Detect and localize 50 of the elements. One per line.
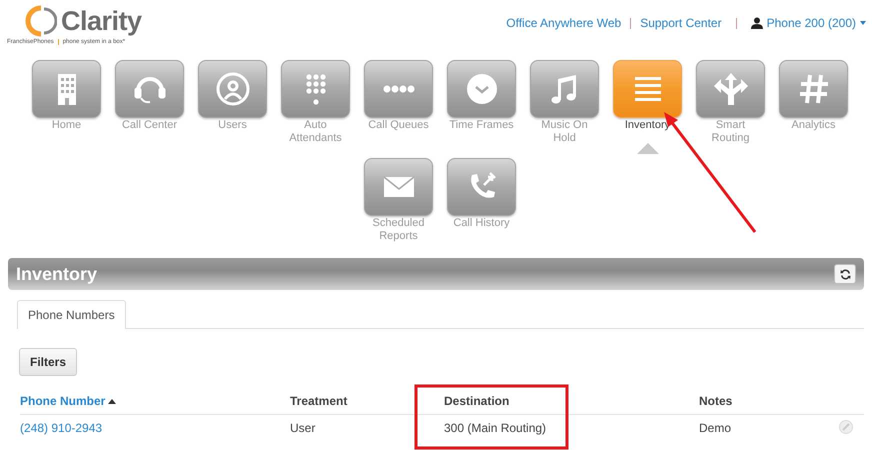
nav-tile[interactable] [115,60,184,118]
filters-button[interactable]: Filters [19,348,78,376]
nav-label: Music On Hold [540,119,589,145]
nav-label: Call Queues [367,119,430,132]
caret-icon [860,21,866,25]
logo-name: Clarity [61,6,142,36]
nav-label: Call Center [120,119,178,132]
column-header: Treatment [290,394,348,408]
sort-up-icon [108,398,116,404]
nav-tile[interactable] [32,60,101,118]
split-icon [712,71,748,107]
nav-label: Inventory [624,119,672,132]
nav-tile[interactable] [696,60,765,118]
nav-tile[interactable] [613,60,682,118]
header-link[interactable]: Support Center [640,16,722,30]
nav-label: Analytics [790,119,837,132]
users-icon [214,71,250,107]
nav-label: Scheduled Reports [372,217,426,243]
header-link[interactable]: Office Anywhere Web [506,16,622,30]
user-menu[interactable]: Phone 200 (200) [750,16,866,30]
nav-label: Time Frames [448,119,515,132]
nav-label: Smart Routing [710,119,750,145]
nav-tile[interactable] [364,158,433,216]
nav-label: Users [217,119,248,132]
nav-tile[interactable] [364,60,433,118]
table-cell: User [290,421,316,435]
nav-tile[interactable] [779,60,848,118]
dots-icon [380,84,416,94]
refresh-icon [840,268,850,280]
nav-tile[interactable] [198,60,267,118]
pointer-icon [637,143,659,154]
column-header: Destination [444,394,510,408]
nav-label: Auto Attendants [288,119,343,145]
nav-tile[interactable] [447,158,516,216]
refresh-button[interactable] [834,264,856,284]
nav-tile[interactable] [281,60,350,118]
table-cell: 300 (Main Routing) [444,421,546,435]
panel-title: Inventory [16,264,98,284]
nav-label: Call History [452,217,511,230]
logo-ring-icon [25,5,57,37]
edit-icon[interactable] [839,420,853,434]
tab[interactable]: Phone Numbers [17,300,126,329]
table-cell: Demo [699,421,732,435]
user-icon [750,17,763,29]
column-header-link[interactable]: Phone Number [20,394,116,408]
nav-tile[interactable] [530,60,599,118]
nav-tile[interactable] [447,60,516,118]
nav-label: Home [50,119,82,132]
column-header: Notes [699,394,732,408]
row-link[interactable]: (248) 910-2943 [20,421,102,435]
